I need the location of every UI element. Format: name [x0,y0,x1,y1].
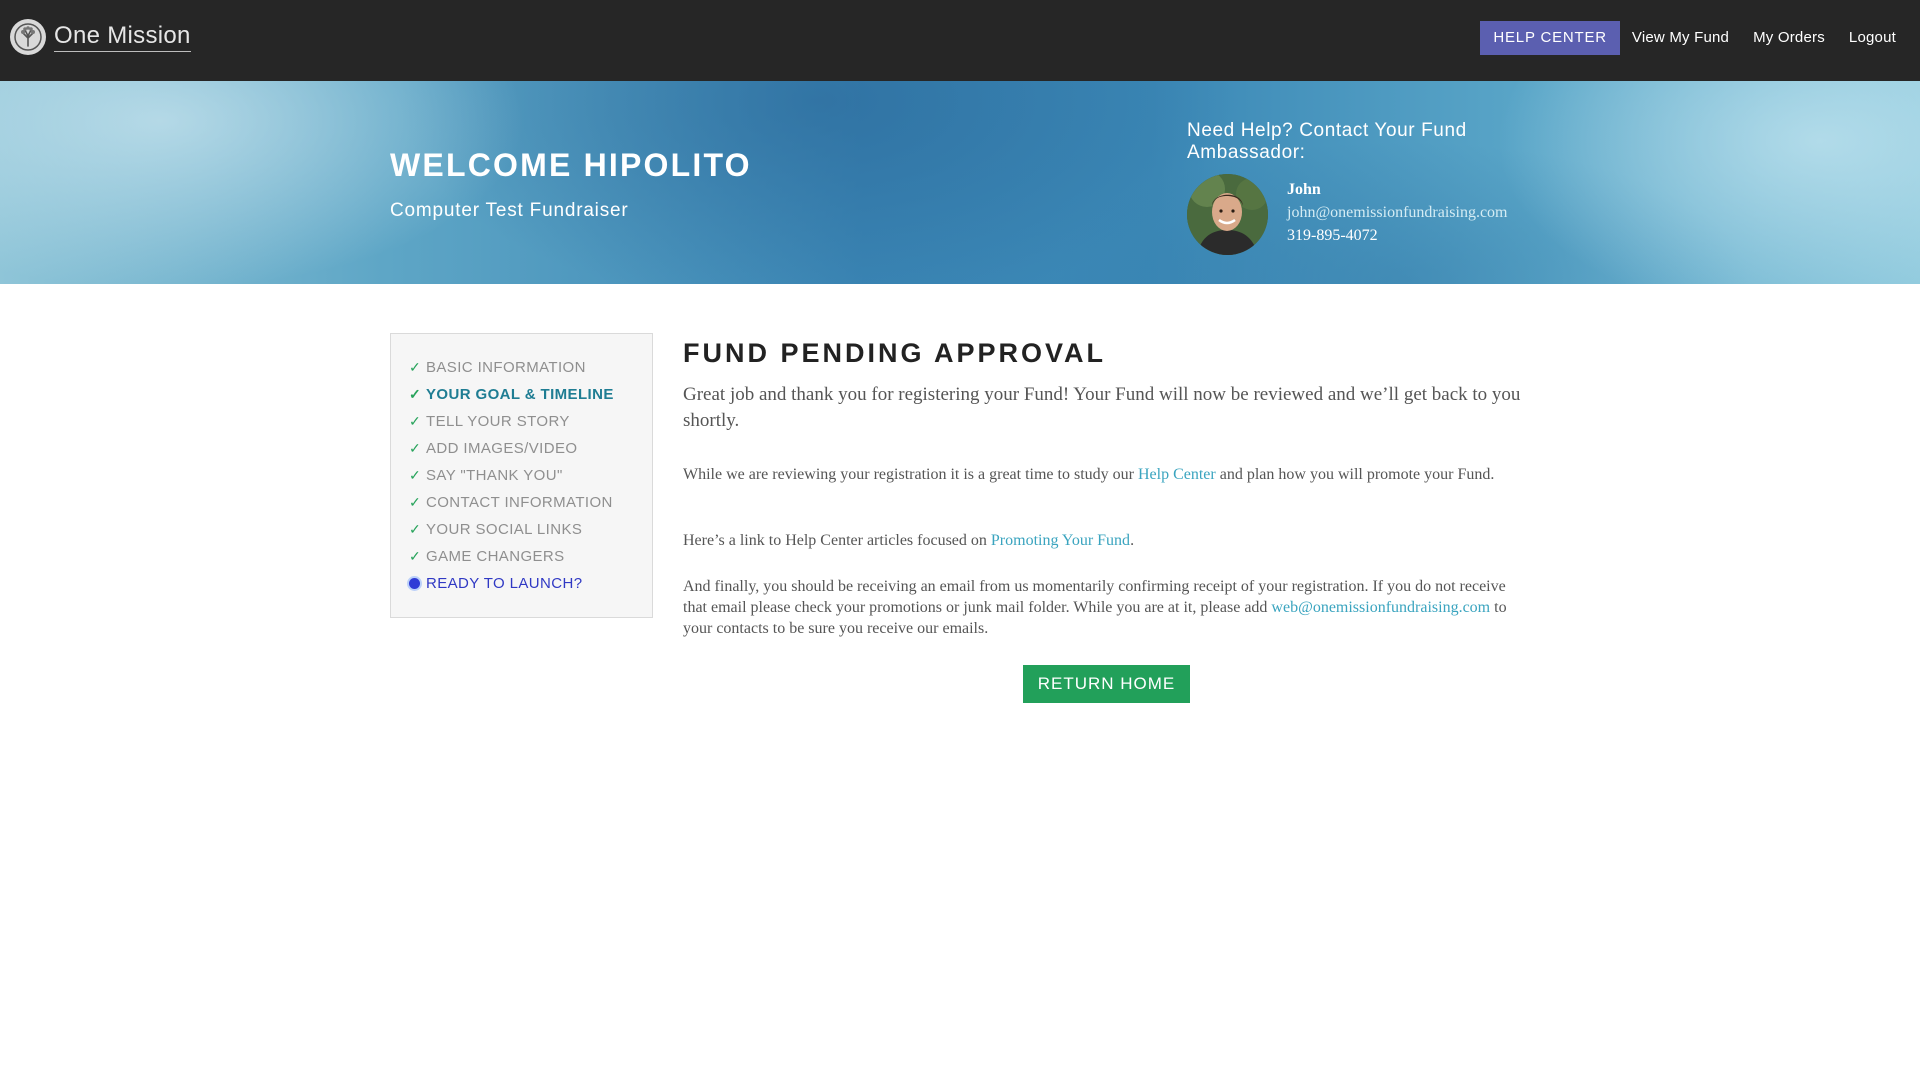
step-label: YOUR SOCIAL LINKS [426,521,583,538]
checkmark-icon: ✓ [409,440,422,456]
step-label: BASIC INFORMATION [426,359,586,376]
ambassador-phone: 319-895-4072 [1287,227,1378,244]
checkmark-icon: ✓ [409,413,422,429]
my-orders-link[interactable]: My Orders [1741,21,1837,55]
welcome-heading: WELCOME HIPOLITO [390,147,752,183]
step-label: GAME CHANGERS [426,548,565,565]
setup-steps-sidebar: ✓ BASIC INFORMATION ✓ YOUR GOAL & TIMELI… [390,333,653,618]
step-social-links[interactable]: ✓ YOUR SOCIAL LINKS [391,516,652,543]
brand-logo[interactable]: One Mission [10,18,191,56]
checkmark-icon: ✓ [409,521,422,537]
step-goal-timeline[interactable]: ✓ YOUR GOAL & TIMELINE [391,381,652,408]
tree-logo-icon [10,19,46,55]
help-center-link[interactable]: Help Center [1138,466,1216,483]
welcome-banner [0,81,1920,284]
step-label: TELL YOUR STORY [426,413,570,430]
fund-name: Computer Test Fundraiser [390,200,629,221]
step-add-images-video[interactable]: ✓ ADD IMAGES/VIDEO [391,435,652,462]
promoting-your-fund-link[interactable]: Promoting Your Fund [991,532,1130,549]
step-say-thank-you[interactable]: ✓ SAY "THANK YOU" [391,462,652,489]
promoting-paragraph: Here’s a link to Help Center articles fo… [683,530,1533,551]
ambassador-avatar [1187,174,1268,255]
step-basic-information[interactable]: ✓ BASIC INFORMATION [391,354,652,381]
checkmark-icon: ✓ [409,467,422,483]
web-email-link[interactable]: web@onemissionfundraising.com [1271,599,1490,616]
step-ready-to-launch[interactable]: READY TO LAUNCH? [391,570,652,597]
step-label: CONTACT INFORMATION [426,494,613,511]
step-contact-information[interactable]: ✓ CONTACT INFORMATION [391,489,652,516]
step-label: READY TO LAUNCH? [426,575,583,592]
step-label: YOUR GOAL & TIMELINE [426,386,614,403]
help-center-button[interactable]: HELP CENTER [1480,21,1620,55]
lead-paragraph: Great job and thank you for registering … [683,384,1521,431]
checkmark-icon: ✓ [409,548,422,564]
return-home-button[interactable]: RETURN HOME [1023,665,1190,703]
paragraph-text: and plan how you will promote your Fund. [1215,466,1495,483]
ambassador-name: John [1287,181,1321,198]
ambassador-email-link[interactable]: john@onemissionfundraising.com [1287,204,1508,222]
checkmark-icon: ✓ [409,359,422,375]
main-nav: HELP CENTER View My Fund My Orders Logou… [1480,21,1908,55]
paragraph-text: While we are reviewing your registration… [683,466,1138,483]
help-center-paragraph: While we are reviewing your registration… [683,464,1533,485]
paragraph-text: . [1130,532,1135,549]
top-navbar: One Mission HELP CENTER View My Fund My … [0,0,1920,81]
logout-link[interactable]: Logout [1837,21,1908,55]
page-title: FUND PENDING APPROVAL [683,338,1107,368]
step-game-changers[interactable]: ✓ GAME CHANGERS [391,543,652,570]
current-step-dot-icon [409,576,426,592]
step-tell-your-story[interactable]: ✓ TELL YOUR STORY [391,408,652,435]
email-confirmation-paragraph: And finally, you should be receiving an … [683,576,1533,639]
paragraph-text: Here’s a link to Help Center articles fo… [683,532,991,549]
ambassador-heading: Need Help? Contact Your Fund Ambassador: [1187,120,1467,163]
brand-name: One Mission [54,22,191,52]
view-my-fund-link[interactable]: View My Fund [1620,21,1741,55]
step-label: ADD IMAGES/VIDEO [426,440,578,457]
checkmark-icon: ✓ [409,386,422,402]
step-label: SAY "THANK YOU" [426,467,563,484]
checkmark-icon: ✓ [409,494,422,510]
